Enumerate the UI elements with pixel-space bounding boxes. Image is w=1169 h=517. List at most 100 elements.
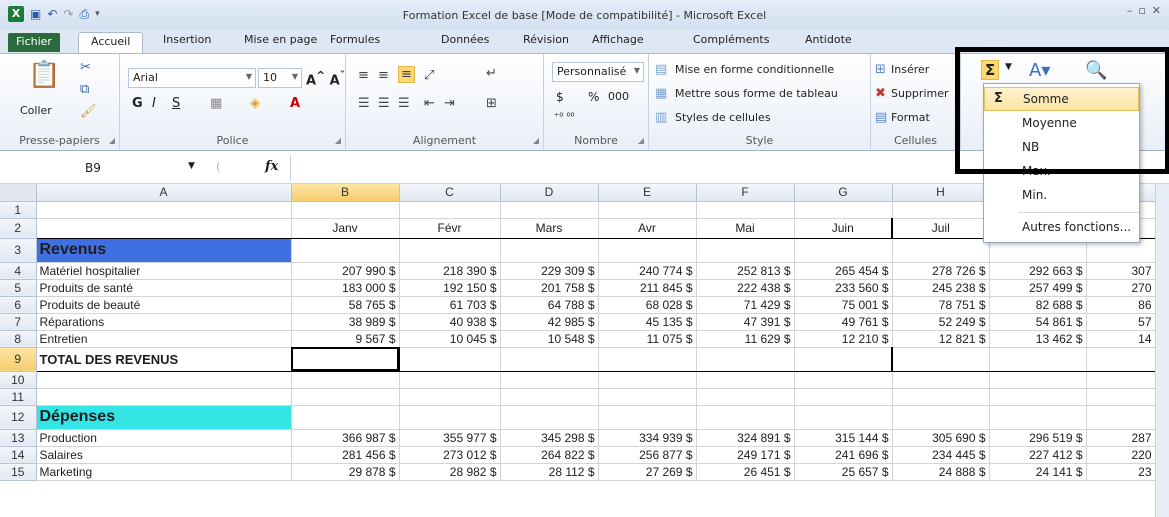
column-header-f[interactable]: F	[696, 184, 795, 202]
table-cell[interactable]: 12 821 $	[892, 330, 990, 348]
orientation-icon[interactable]: ⤢	[424, 68, 434, 83]
row-header[interactable]: 1	[0, 201, 37, 219]
column-header-h[interactable]: H	[892, 184, 990, 202]
table-cell[interactable]: 211 845 $	[598, 279, 697, 297]
row-header[interactable]: 15	[0, 463, 37, 481]
paste-label[interactable]: Coller	[20, 104, 52, 117]
insert-function-icon[interactable]: fx	[265, 159, 278, 174]
table-cell[interactable]: 82 688 $	[989, 296, 1087, 314]
table-cell[interactable]	[291, 371, 400, 389]
vertical-scrollbar[interactable]	[1155, 184, 1169, 517]
table-cell[interactable]	[399, 388, 501, 406]
cell-label[interactable]: Production	[36, 429, 292, 447]
cell-label[interactable]: Marketing	[36, 463, 292, 481]
row-header[interactable]: 11	[0, 388, 37, 406]
table-cell[interactable]: 264 822 $	[500, 446, 599, 464]
table-cell[interactable]: 58 765 $	[291, 296, 400, 314]
merge-center-icon[interactable]: ⊞	[486, 96, 497, 111]
cell-label[interactable]	[36, 371, 292, 389]
table-cell[interactable]: 14 1	[1086, 330, 1166, 348]
table-cell[interactable]: 10 045 $	[399, 330, 501, 348]
row-header[interactable]: 10	[0, 371, 37, 389]
currency-button[interactable]: $	[556, 90, 564, 104]
table-cell[interactable]: 240 774 $	[598, 262, 697, 280]
table-cell[interactable]: 249 171 $	[696, 446, 795, 464]
table-cell[interactable]	[989, 346, 1087, 372]
tab-revision[interactable]: Révision	[523, 33, 569, 46]
table-cell[interactable]: 222 438 $	[696, 279, 795, 297]
table-cell[interactable]	[500, 371, 599, 389]
table-cell[interactable]: 9 567 $	[291, 330, 400, 348]
table-cell[interactable]	[500, 405, 599, 430]
table-cell[interactable]: 233 560 $	[794, 279, 893, 297]
format-painter-icon[interactable]: 🖌	[80, 104, 97, 119]
table-cell[interactable]: 12 210 $	[794, 330, 893, 348]
increase-decimal-icon[interactable]: ⁺⁰ ⁰⁰	[554, 112, 574, 123]
column-header-d[interactable]: D	[500, 184, 599, 202]
tab-fichier[interactable]: Fichier	[8, 33, 60, 52]
underline-button[interactable]: S	[172, 96, 180, 111]
close-button[interactable]: ✕	[1152, 4, 1161, 17]
tab-antidote[interactable]: Antidote	[805, 33, 852, 46]
row-header[interactable]: 9	[0, 347, 37, 372]
row-header[interactable]: 12	[0, 405, 37, 430]
table-cell[interactable]	[1086, 346, 1166, 372]
table-cell[interactable]	[989, 405, 1087, 430]
table-cell[interactable]: 40 938 $	[399, 313, 501, 331]
table-cell[interactable]	[892, 405, 990, 430]
tab-complements[interactable]: Compléments	[693, 33, 769, 46]
table-cell[interactable]	[794, 388, 893, 406]
name-box-dropdown-icon[interactable]: ▼	[188, 161, 195, 171]
table-cell[interactable]: 183 000 $	[291, 279, 400, 297]
copy-icon[interactable]: ⧉	[80, 82, 89, 97]
table-cell[interactable]: Janv	[291, 218, 400, 239]
increase-indent-icon[interactable]: ⇥	[444, 96, 455, 111]
table-cell[interactable]: 75 001 $	[794, 296, 893, 314]
table-cell[interactable]	[794, 405, 893, 430]
table-cell[interactable]: 78 751 $	[892, 296, 990, 314]
table-cell[interactable]: 234 445 $	[892, 446, 990, 464]
table-cell[interactable]	[1086, 405, 1166, 430]
cut-icon[interactable]: ✂	[80, 60, 91, 75]
table-cell[interactable]: 11 629 $	[696, 330, 795, 348]
decrease-indent-icon[interactable]: ⇤	[424, 96, 435, 111]
table-cell[interactable]	[1086, 371, 1166, 389]
row-header[interactable]: 2	[0, 218, 37, 239]
table-cell[interactable]	[794, 371, 893, 389]
align-right-icon[interactable]: ☰	[398, 96, 410, 111]
table-cell[interactable]: 287 6	[1086, 429, 1166, 447]
table-cell[interactable]: 23 4	[1086, 463, 1166, 481]
table-cell[interactable]: 305 690 $	[892, 429, 990, 447]
table-cell[interactable]: 265 454 $	[794, 262, 893, 280]
table-cell[interactable]	[989, 388, 1087, 406]
font-color-icon[interactable]: A	[290, 96, 300, 111]
cell-label[interactable]: Produits de santé	[36, 279, 292, 297]
table-cell[interactable]: 252 813 $	[696, 262, 795, 280]
table-cell[interactable]: 64 788 $	[500, 296, 599, 314]
table-cell[interactable]	[500, 388, 599, 406]
column-header-g[interactable]: G	[794, 184, 893, 202]
table-cell[interactable]: 71 429 $	[696, 296, 795, 314]
table-cell[interactable]	[598, 388, 697, 406]
table-cell[interactable]: 227 412 $	[989, 446, 1087, 464]
percent-button[interactable]: %	[588, 90, 599, 104]
table-cell[interactable]	[598, 371, 697, 389]
row-header[interactable]: 7	[0, 313, 37, 331]
minimize-button[interactable]: –	[1127, 4, 1133, 17]
tab-formules[interactable]: Formules	[330, 33, 380, 46]
column-header-c[interactable]: C	[399, 184, 501, 202]
cell-label[interactable]: Salaires	[36, 446, 292, 464]
font-size-combo[interactable]: 10 ▼	[258, 68, 302, 88]
cell-styles-button[interactable]: Styles de cellules	[675, 111, 771, 124]
number-launcher-icon[interactable]: ◢	[638, 136, 644, 145]
cell-label[interactable]: Produits de beauté	[36, 296, 292, 314]
insert-button[interactable]: Insérer	[891, 63, 929, 76]
table-cell[interactable]	[794, 238, 893, 263]
column-header-a[interactable]: A	[36, 184, 292, 202]
tab-insertion[interactable]: Insertion	[163, 33, 211, 46]
table-cell[interactable]: 245 238 $	[892, 279, 990, 297]
clipboard-launcher-icon[interactable]: ◢	[109, 136, 115, 145]
font-launcher-icon[interactable]: ◢	[335, 136, 341, 145]
table-cell[interactable]	[500, 238, 599, 263]
row-header[interactable]: 5	[0, 279, 37, 297]
